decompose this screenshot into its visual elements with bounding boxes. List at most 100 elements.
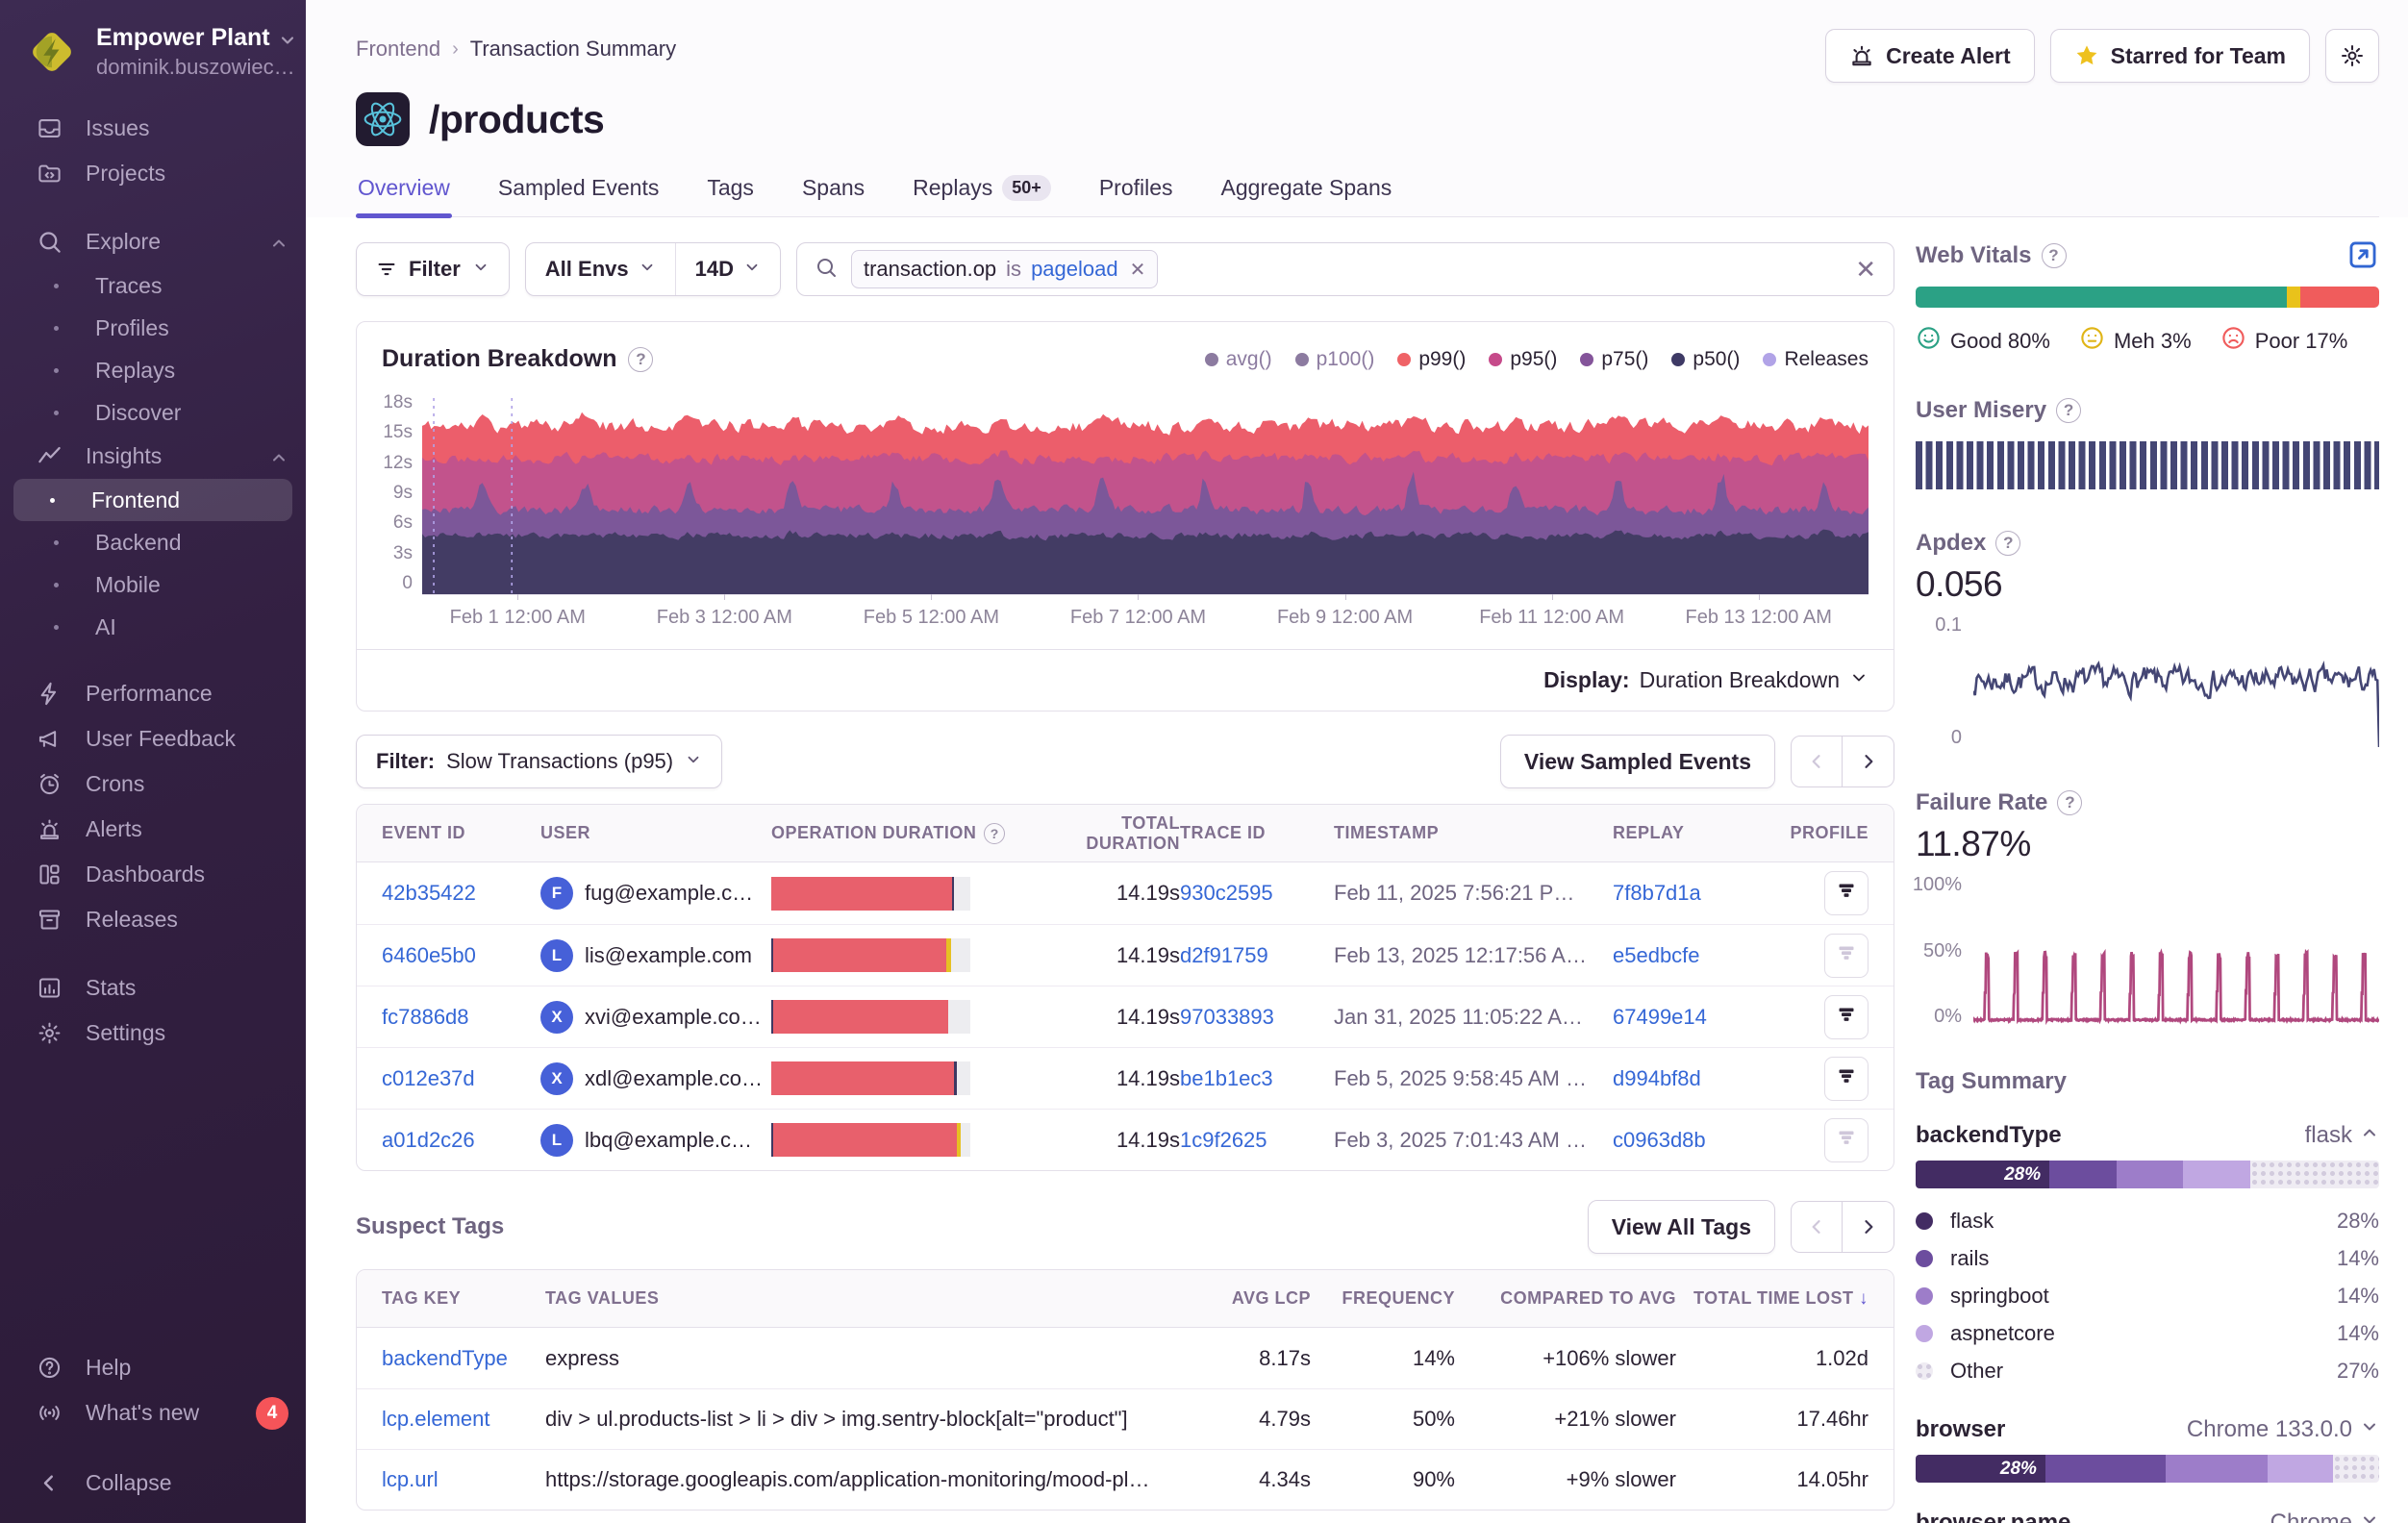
event-id-link[interactable]: fc7886d8 (382, 1005, 540, 1030)
trace-id-link[interactable]: 930c2595 (1180, 881, 1334, 906)
sidebar-item-discover[interactable]: Discover (0, 391, 306, 434)
next-page-button[interactable] (1843, 736, 1894, 787)
sidebar-item-alerts[interactable]: Alerts (0, 807, 306, 852)
tag-legend-item-springboot[interactable]: springboot14% (1916, 1277, 2379, 1314)
legend-p95[interactable]: p95() (1489, 348, 1557, 371)
help-icon[interactable]: ? (2042, 243, 2067, 268)
period-dropdown[interactable]: 14D (675, 243, 780, 295)
sidebar-item-settings[interactable]: Settings (0, 1011, 306, 1056)
event-id-link[interactable]: 6460e5b0 (382, 943, 540, 968)
sidebar-item-performance[interactable]: Performance (0, 671, 306, 716)
legend-avg[interactable]: avg() (1205, 348, 1272, 371)
tag-selected-value[interactable]: flask (2305, 1122, 2379, 1149)
sidebar-item-backend[interactable]: Backend (0, 521, 306, 563)
tag-legend-item-flask[interactable]: flask28% (1916, 1202, 2379, 1239)
search-input[interactable]: transaction.op is pageload ✕ ✕ (796, 242, 1894, 296)
help-icon[interactable]: ? (2057, 790, 2082, 815)
column-header-avg-lcp[interactable]: Avg LCP (1195, 1288, 1311, 1309)
chevron-up-icon[interactable] (269, 233, 288, 252)
tag-key-link[interactable]: lcp.url (382, 1467, 545, 1492)
column-header-total-time-lost[interactable]: Total Time Lost ↓ (1676, 1288, 1869, 1310)
profile-button[interactable] (1824, 934, 1869, 978)
tag-distribution-bar[interactable]: 28% (1916, 1161, 2379, 1188)
tag-key-link[interactable]: lcp.element (382, 1407, 545, 1432)
sidebar-item-projects[interactable]: Projects (0, 151, 306, 196)
event-id-link[interactable]: 42b35422 (382, 881, 540, 906)
search-clear-icon[interactable]: ✕ (1855, 255, 1876, 285)
transactions-filter-dropdown[interactable]: Filter: Slow Transactions (p95) (356, 735, 722, 788)
view-all-tags-button[interactable]: View All Tags (1588, 1200, 1775, 1254)
view-sampled-events-button[interactable]: View Sampled Events (1500, 735, 1775, 788)
tab-aggregate-spans[interactable]: Aggregate Spans (1219, 175, 1394, 216)
event-id-link[interactable]: c012e37d (382, 1066, 540, 1091)
tag-distribution-bar[interactable]: 28% (1916, 1455, 2379, 1483)
chevron-up-icon[interactable] (269, 447, 288, 466)
profile-button[interactable] (1824, 995, 1869, 1039)
help-icon[interactable]: ? (984, 823, 1005, 844)
replay-link[interactable]: 67499e14 (1613, 1005, 1767, 1030)
sidebar-item-stats[interactable]: Stats (0, 965, 306, 1011)
sidebar-item-releases[interactable]: Releases (0, 897, 306, 942)
sidebar-item-explore[interactable]: Explore (0, 219, 306, 264)
sidebar-item-what-s-new[interactable]: What's new4 (0, 1390, 306, 1436)
create-alert-button[interactable]: Create Alert (1825, 29, 2035, 83)
sidebar-item-replays[interactable]: Replays (0, 349, 306, 391)
help-icon[interactable]: ? (628, 347, 653, 372)
tab-spans[interactable]: Spans (800, 175, 866, 216)
prev-page-button[interactable] (1791, 1201, 1843, 1253)
help-icon[interactable]: ? (1995, 531, 2020, 556)
trace-id-link[interactable]: 1c9f2625 (1180, 1128, 1334, 1153)
sidebar-item-mobile[interactable]: Mobile (0, 563, 306, 606)
filter-dropdown[interactable]: Filter (356, 242, 510, 296)
column-header-frequency[interactable]: Frequency (1311, 1288, 1455, 1309)
sidebar-item-traces[interactable]: Traces (0, 264, 306, 307)
tag-selected-value[interactable]: Chrome 133.0.0 (2187, 1416, 2379, 1443)
tag-key-link[interactable]: backendType (382, 1346, 545, 1371)
org-switcher[interactable]: Empower Plant dominik.buszowiec… (0, 19, 306, 90)
replay-link[interactable]: 7f8b7d1a (1613, 881, 1767, 906)
tab-profiles[interactable]: Profiles (1097, 175, 1175, 216)
tab-overview[interactable]: Overview (356, 175, 452, 216)
next-page-button[interactable] (1843, 1201, 1894, 1253)
tag-legend-item-aspnetcore[interactable]: aspnetcore14% (1916, 1314, 2379, 1352)
prev-page-button[interactable] (1791, 736, 1843, 787)
env-dropdown[interactable]: All Envs (526, 243, 675, 295)
legend-p50[interactable]: p50() (1671, 348, 1740, 371)
duration-chart[interactable] (422, 392, 1869, 595)
help-icon[interactable]: ? (2056, 398, 2081, 423)
replay-link[interactable]: e5edbcfe (1613, 943, 1767, 968)
trace-id-link[interactable]: 97033893 (1180, 1005, 1334, 1030)
sidebar-item-user-feedback[interactable]: User Feedback (0, 716, 306, 762)
legend-releases[interactable]: Releases (1763, 348, 1869, 371)
token-remove-icon[interactable]: ✕ (1128, 258, 1146, 282)
replay-link[interactable]: c0963d8b (1613, 1128, 1767, 1153)
column-header-compared-to-avg[interactable]: Compared To Avg (1455, 1288, 1676, 1309)
tab-sampled-events[interactable]: Sampled Events (496, 175, 661, 216)
profile-button[interactable] (1824, 1118, 1869, 1162)
sidebar-item-issues[interactable]: Issues (0, 106, 306, 151)
tab-replays[interactable]: Replays50+ (911, 175, 1053, 216)
search-token[interactable]: transaction.op is pageload ✕ (851, 250, 1158, 288)
replay-link[interactable]: d994bf8d (1613, 1066, 1767, 1091)
legend-p75[interactable]: p75() (1580, 348, 1648, 371)
sidebar-item-dashboards[interactable]: Dashboards (0, 852, 306, 897)
sidebar-item-collapse[interactable]: Collapse (0, 1461, 306, 1506)
tag-legend-item-other[interactable]: Other27% (1916, 1352, 2379, 1389)
sidebar-item-insights[interactable]: Insights (0, 434, 306, 479)
tag-legend-item-rails[interactable]: rails14% (1916, 1239, 2379, 1277)
legend-p99[interactable]: p99() (1397, 348, 1466, 371)
tag-selected-value[interactable]: Chrome (2270, 1510, 2379, 1523)
settings-button[interactable] (2325, 29, 2379, 83)
sidebar-item-ai[interactable]: AI (0, 606, 306, 648)
breadcrumb-frontend[interactable]: Frontend (356, 37, 440, 62)
legend-p100[interactable]: p100() (1295, 348, 1375, 371)
trace-id-link[interactable]: be1b1ec3 (1180, 1066, 1334, 1091)
trace-id-link[interactable]: d2f91759 (1180, 943, 1334, 968)
profile-button[interactable] (1824, 871, 1869, 915)
display-dropdown[interactable]: Duration Breakdown (1640, 667, 1840, 693)
sidebar-item-help[interactable]: Help (0, 1345, 306, 1390)
starred-for-team-button[interactable]: Starred for Team (2050, 29, 2310, 83)
sidebar-item-frontend[interactable]: Frontend (13, 479, 292, 521)
profile-button[interactable] (1824, 1057, 1869, 1101)
sidebar-item-crons[interactable]: Crons (0, 762, 306, 807)
